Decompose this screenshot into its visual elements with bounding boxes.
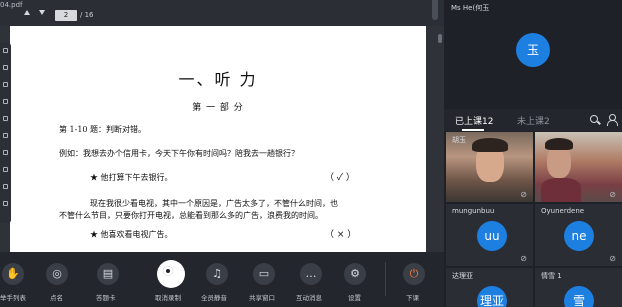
- mute-all-button[interactable]: ♫ 全员静音: [201, 252, 233, 307]
- delete-tool-icon[interactable]: [3, 184, 8, 189]
- participants-panel: Ms He(何玉 玉 已上课12 未上课2 胡玉 ⊘ ⊘ mungunbuu u…: [444, 0, 622, 307]
- card-icon: ▤: [97, 263, 119, 285]
- mic-off-icon: ⊘: [609, 190, 616, 199]
- participant-name: Oyunerdene: [541, 207, 585, 215]
- hand-icon: ✋: [2, 263, 24, 285]
- toolbar-divider: [385, 262, 386, 296]
- cancel-recording-button[interactable]: 取消录制: [153, 252, 187, 307]
- pen-tool-icon[interactable]: [3, 65, 8, 70]
- chat-icon: …: [300, 263, 322, 285]
- section-title: 第 一 部 分: [192, 103, 244, 113]
- participant-name: 情雪 1: [541, 272, 562, 280]
- instruction-text: 第 1-10 题：判断对错。: [59, 125, 147, 134]
- prev-page-icon[interactable]: [24, 10, 30, 15]
- item2-answer: （ × ）: [325, 230, 357, 240]
- document-topbar: 04.pdf 2 / 16: [0, 0, 444, 26]
- participant-avatar: ne: [564, 221, 594, 251]
- tab-absent[interactable]: 未上课2: [517, 114, 550, 127]
- save-tool-icon[interactable]: [3, 201, 8, 206]
- teacher-name: Ms He(何玉: [451, 4, 490, 12]
- user-icon[interactable]: [607, 114, 618, 126]
- participant-tile[interactable]: 情雪 1 雪: [535, 268, 622, 307]
- search-icon[interactable]: [590, 115, 598, 123]
- collapse-handle[interactable]: [432, 0, 438, 20]
- raise-hand-list-button[interactable]: ✋ 举手列表: [0, 252, 26, 307]
- line-tool-icon[interactable]: [3, 82, 8, 87]
- cursor-tool-icon[interactable]: [3, 48, 8, 53]
- record-icon: [157, 260, 185, 288]
- participant-avatar: uu: [477, 221, 507, 251]
- eraser-tool-icon[interactable]: [3, 133, 8, 138]
- scrollbar[interactable]: [438, 34, 442, 43]
- item1-answer: （ ✓ ）: [325, 173, 355, 183]
- participant-tile[interactable]: 达理亚 理亚: [446, 268, 533, 307]
- page-number-input[interactable]: 2: [55, 10, 77, 21]
- participant-name: mungunbuu: [452, 207, 495, 215]
- participant-tile[interactable]: ⊘: [535, 132, 622, 202]
- power-icon: ⏻: [403, 263, 425, 285]
- settings-button[interactable]: ⚙ 设置: [343, 252, 373, 307]
- document-page: 一、听 力 第 一 部 分 第 1-10 题：判断对错。 例如：我想去办个信用卡…: [10, 26, 426, 252]
- annotation-toolbar: [0, 43, 11, 223]
- undo-tool-icon[interactable]: [3, 150, 8, 155]
- settings-label: 设置: [348, 294, 361, 302]
- item1-text: ★ 他打算下午去银行。: [90, 173, 173, 182]
- share-window-label: 共享窗口: [249, 294, 275, 302]
- mic-off-icon: ⊘: [609, 254, 616, 263]
- location-icon: ◎: [46, 263, 68, 285]
- end-class-label: 下课: [406, 294, 419, 302]
- participant-name: 达理亚: [452, 272, 473, 280]
- interactive-messages-button[interactable]: … 互动消息: [296, 252, 328, 307]
- text-tool-icon[interactable]: [3, 116, 8, 121]
- participant-tile[interactable]: Oyunerdene ne ⊘: [535, 204, 622, 266]
- class-toolbar: ✋ 举手列表 ◎ 点名 ▤ 答题卡 取消录制 ♫ 全员静音 ▭ 共享窗口 … 互…: [0, 252, 444, 307]
- roll-call-button[interactable]: ◎ 点名: [44, 252, 74, 307]
- participant-avatar: 理亚: [477, 286, 507, 307]
- next-page-icon[interactable]: [39, 10, 45, 15]
- answer-card-button[interactable]: ▤ 答题卡: [94, 252, 124, 307]
- participant-name: 胡玉: [452, 136, 466, 144]
- gear-icon: ⚙: [344, 263, 366, 285]
- attendance-tabs: 已上课12 未上课2: [444, 109, 622, 131]
- passage-line-2: 不管什么节目，只要你打开电视，总能看到那么多的广告，浪费我的时间。: [59, 211, 323, 220]
- document-name: 04.pdf: [0, 1, 23, 9]
- share-window-button[interactable]: ▭ 共享窗口: [249, 252, 281, 307]
- raise-hand-list-label: 举手列表: [0, 294, 26, 302]
- mute-all-label: 全员静音: [201, 294, 227, 302]
- interactive-messages-label: 互动消息: [296, 294, 322, 302]
- mic-off-icon: ⊘: [520, 254, 527, 263]
- participant-clothing: [541, 178, 581, 202]
- clear-tool-icon[interactable]: [3, 167, 8, 172]
- participant-tile[interactable]: 胡玉 ⊘: [446, 132, 533, 202]
- mute-all-icon: ♫: [206, 263, 228, 285]
- answer-card-label: 答题卡: [96, 294, 116, 302]
- end-class-button[interactable]: ⏻ 下课: [400, 252, 430, 307]
- classroom-window: 04.pdf 2 / 16 一、听 力 第 一 部 分 第 1-10 题：判断对…: [0, 0, 622, 307]
- active-tab-indicator: [462, 129, 484, 131]
- participant-avatar: 雪: [564, 286, 594, 307]
- roll-call-label: 点名: [50, 294, 63, 302]
- participant-hair: [545, 138, 573, 150]
- participant-hair: [472, 138, 508, 152]
- cancel-recording-label: 取消录制: [155, 294, 181, 302]
- participant-tile[interactable]: mungunbuu uu ⊘: [446, 204, 533, 266]
- share-screen-icon: ▭: [253, 263, 275, 285]
- tab-attended[interactable]: 已上课12: [455, 114, 493, 127]
- teacher-avatar: 玉: [516, 33, 550, 67]
- mic-off-icon: ⊘: [520, 190, 527, 199]
- example-text: 例如：我想去办个信用卡，今天下午你有时间吗？陪我去一趟银行？: [59, 149, 299, 158]
- document-viewer: 一、听 力 第 一 部 分 第 1-10 题：判断对错。 例如：我想去办个信用卡…: [0, 26, 444, 252]
- page-total: / 16: [80, 11, 94, 19]
- shape-tool-icon[interactable]: [3, 99, 8, 104]
- passage-line-1: 现在我很少看电视，其中一个原因是，广告太多了，不管什么时间，也: [90, 199, 338, 208]
- item2-text: ★ 他喜欢看电视广告。: [90, 230, 173, 239]
- page-title: 一、听 力: [178, 70, 258, 89]
